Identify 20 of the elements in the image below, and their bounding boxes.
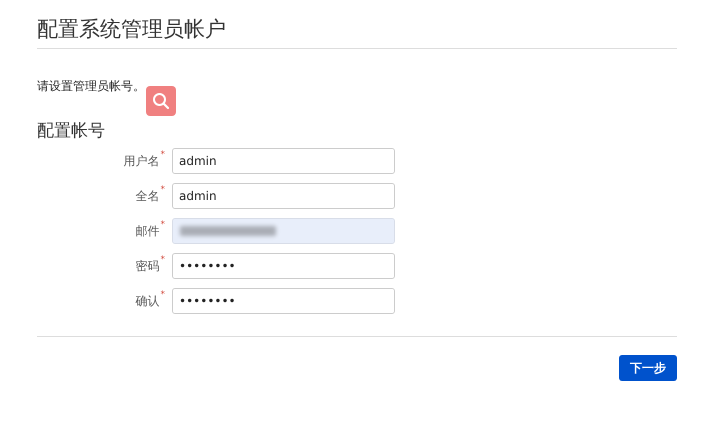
- instruction-text: 请设置管理员帐号。: [37, 78, 145, 95]
- required-mark: *: [160, 150, 165, 160]
- field-label: 全名: [136, 188, 160, 204]
- field-label: 用户名: [124, 152, 160, 170]
- required-mark: *: [160, 290, 165, 300]
- input-field[interactable]: ••••••••: [172, 288, 395, 314]
- section-title: 配置帐号: [37, 120, 106, 142]
- required-mark: *: [160, 254, 165, 264]
- field-label: 确认: [136, 292, 160, 310]
- input-field[interactable]: ••••••••: [172, 253, 395, 279]
- field-label: 密码: [136, 258, 160, 274]
- input-field[interactable]: admin: [172, 148, 395, 174]
- input-field[interactable]: admin: [172, 183, 395, 209]
- field-label: 邮件: [136, 222, 160, 240]
- input-field[interactable]: [172, 218, 395, 244]
- required-mark: *: [160, 220, 165, 230]
- required-mark: *: [160, 184, 165, 194]
- search-icon[interactable]: [146, 86, 176, 116]
- next-button[interactable]: 下一步: [619, 355, 677, 381]
- page-title: 配置系统管理员帐户: [37, 16, 227, 43]
